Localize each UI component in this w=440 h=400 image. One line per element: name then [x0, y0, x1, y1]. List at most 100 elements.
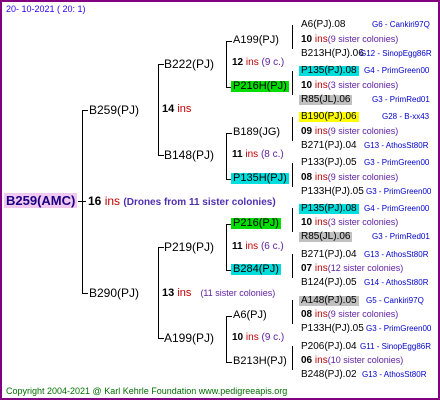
sister-note: (3 sister colonies) — [327, 80, 399, 90]
connector — [226, 362, 232, 363]
gen4-sire[interactable]: A6(PJ).08 — [301, 20, 345, 30]
gen2-ins-1: 12 ins (9 c.) — [232, 58, 284, 68]
ins-label: ins — [245, 57, 259, 68]
root-insemination: 16 ins (Drones from 11 sister colonies) — [88, 195, 276, 208]
gen1-node-1[interactable]: B259(PJ) — [89, 104, 139, 116]
connector — [292, 346, 293, 370]
gen4-code: G6 - Cankiri97Q — [372, 20, 430, 29]
gen4-ins: 10 ins(3 sister colonies) — [301, 218, 398, 228]
gen4-ins: 08 ins(9 sister colonies) — [301, 173, 398, 183]
gen4-dam[interactable]: B248(PJ).02 — [301, 370, 357, 380]
gen4-ins: 08 ins(9 sister colonies) — [301, 310, 398, 320]
gen4-code: G3 - PrimGreen00 — [366, 187, 432, 196]
gen2-node-1[interactable]: B222(PJ) — [164, 58, 214, 70]
gen4-sire[interactable]: B271(PJ).04 — [301, 250, 357, 260]
gen2-ins-4: 10 ins (9 c.) — [232, 333, 284, 343]
gen3-node-2[interactable]: P216H(PJ) — [231, 81, 289, 92]
gen3-node-5[interactable]: P216(PJ) — [231, 218, 281, 229]
connector — [226, 133, 232, 134]
ins-label: ins — [314, 263, 328, 274]
gen4-dam[interactable]: R85(JL).06 — [299, 95, 353, 105]
ins-count: 06 — [301, 355, 313, 366]
sister-note: (6 c.) — [260, 241, 284, 252]
ins-label: ins — [245, 332, 259, 343]
gen4-dam[interactable]: R85(JL).06 — [299, 232, 353, 242]
root-queen[interactable]: B259(AMC) — [4, 193, 78, 208]
gen4-ins: 07 ins(12 sister colonies) — [301, 264, 403, 274]
gen4-ins: 09 ins(9 sister colonies) — [301, 127, 398, 137]
date-stamp: 20- 10-2021 ( 20: 1) — [6, 4, 86, 14]
gen4-sire[interactable]: P133(PJ).05 — [301, 158, 357, 168]
ins-count: 11 — [232, 149, 243, 160]
ins-count: 10 — [232, 332, 244, 343]
gen1-node-2[interactable]: B290(PJ) — [89, 287, 139, 299]
gen4-code: G14 - AthosSt80R — [364, 278, 429, 287]
sister-note: (10 sister colonies) — [327, 355, 404, 365]
gen3-node-3[interactable]: B189(JG) — [233, 127, 280, 138]
gen4-code: G4 - PrimGreen00 — [364, 66, 430, 75]
gen4-code: G12 - SinopEgg86R — [360, 49, 432, 58]
sister-note: (9 sister colonies) — [327, 172, 399, 182]
sister-note: (3 sister colonies) — [327, 217, 399, 227]
gen4-sire[interactable]: P135(PJ).08 — [299, 66, 359, 76]
gen4-code: G3 - PrimRed01 — [372, 232, 430, 241]
gen4-dam[interactable]: B213H(PJ).06 — [301, 49, 364, 59]
gen4-code: G13 - AthosSt80R — [364, 250, 429, 259]
connector — [226, 224, 227, 270]
gen4-sire[interactable]: B190(PJ).06 — [299, 112, 359, 122]
gen4-code: G13 - AthosSt80R — [362, 370, 427, 379]
ins-label: ins — [314, 172, 328, 183]
ins-count: 11 — [232, 241, 243, 252]
connector — [226, 133, 227, 179]
connector — [82, 110, 83, 294]
gen4-code: G28 - B-xx43 — [382, 112, 430, 121]
connector — [292, 163, 293, 187]
sister-note: (8 c.) — [260, 149, 284, 160]
connector — [226, 316, 232, 317]
gen2-node-3[interactable]: P219(PJ) — [164, 241, 214, 253]
ins-label: ins — [314, 355, 328, 366]
connector — [292, 71, 293, 95]
gen4-sire[interactable]: P135(PJ).08 — [299, 204, 359, 214]
connector — [226, 41, 227, 87]
ins-label: ins — [314, 126, 328, 137]
gen3-node-7[interactable]: A6(PJ) — [233, 310, 267, 321]
gen2-node-4[interactable]: A199(PJ) — [164, 332, 214, 344]
sister-note: (9 sister colonies) — [327, 34, 399, 44]
gen4-code: G3 - PrimGreen00 — [364, 158, 430, 167]
gen1-ins-1: 14 ins — [162, 104, 191, 115]
gen4-code: G13 - AthosSt80R — [364, 141, 429, 150]
connector — [292, 208, 293, 232]
ins-count: 10 — [301, 217, 313, 228]
gen4-ins: 10 ins(3 sister colonies) — [301, 81, 398, 91]
gen4-dam[interactable]: B124(PJ).05 — [301, 278, 357, 288]
gen4-code: G4 - PrimGreen00 — [364, 204, 430, 213]
ins-count: 09 — [301, 126, 313, 137]
connector — [292, 300, 293, 324]
gen2-node-2[interactable]: B148(PJ) — [164, 149, 214, 161]
gen4-dam[interactable]: P133H(PJ).05 — [301, 187, 364, 197]
ins-count: 10 — [301, 80, 313, 91]
connector — [158, 64, 159, 156]
sister-note: (9 c.) — [261, 57, 285, 68]
connector — [82, 293, 88, 294]
ins-label: ins — [314, 217, 328, 228]
gen4-sire[interactable]: A148(PJ).05 — [299, 296, 359, 306]
ins-count: 12 — [232, 57, 244, 68]
connector — [226, 316, 227, 362]
gen4-dam[interactable]: B271(PJ).04 — [301, 141, 357, 151]
gen3-node-8[interactable]: B213H(PJ) — [233, 356, 287, 367]
ins-label: ins — [177, 287, 192, 299]
gen4-sire[interactable]: P206(PJ).04 — [301, 342, 357, 352]
connector — [292, 117, 293, 141]
gen3-node-6[interactable]: B284(PJ) — [231, 264, 281, 275]
gen4-dam[interactable]: P133H(PJ).05 — [301, 324, 364, 334]
gen3-node-4[interactable]: P135H(PJ) — [231, 173, 289, 184]
gen4-code: G11 - SinopEgg86R — [360, 342, 432, 351]
ins-count: 13 — [162, 287, 175, 299]
ins-count: 08 — [301, 309, 313, 320]
gen2-ins-2: 11 ins (8 c.) — [232, 150, 284, 160]
root-ins-label: ins — [104, 194, 121, 208]
gen3-node-1[interactable]: A199(PJ) — [233, 35, 279, 46]
root-drone-note: (Drones from 11 sister colonies) — [123, 197, 276, 208]
